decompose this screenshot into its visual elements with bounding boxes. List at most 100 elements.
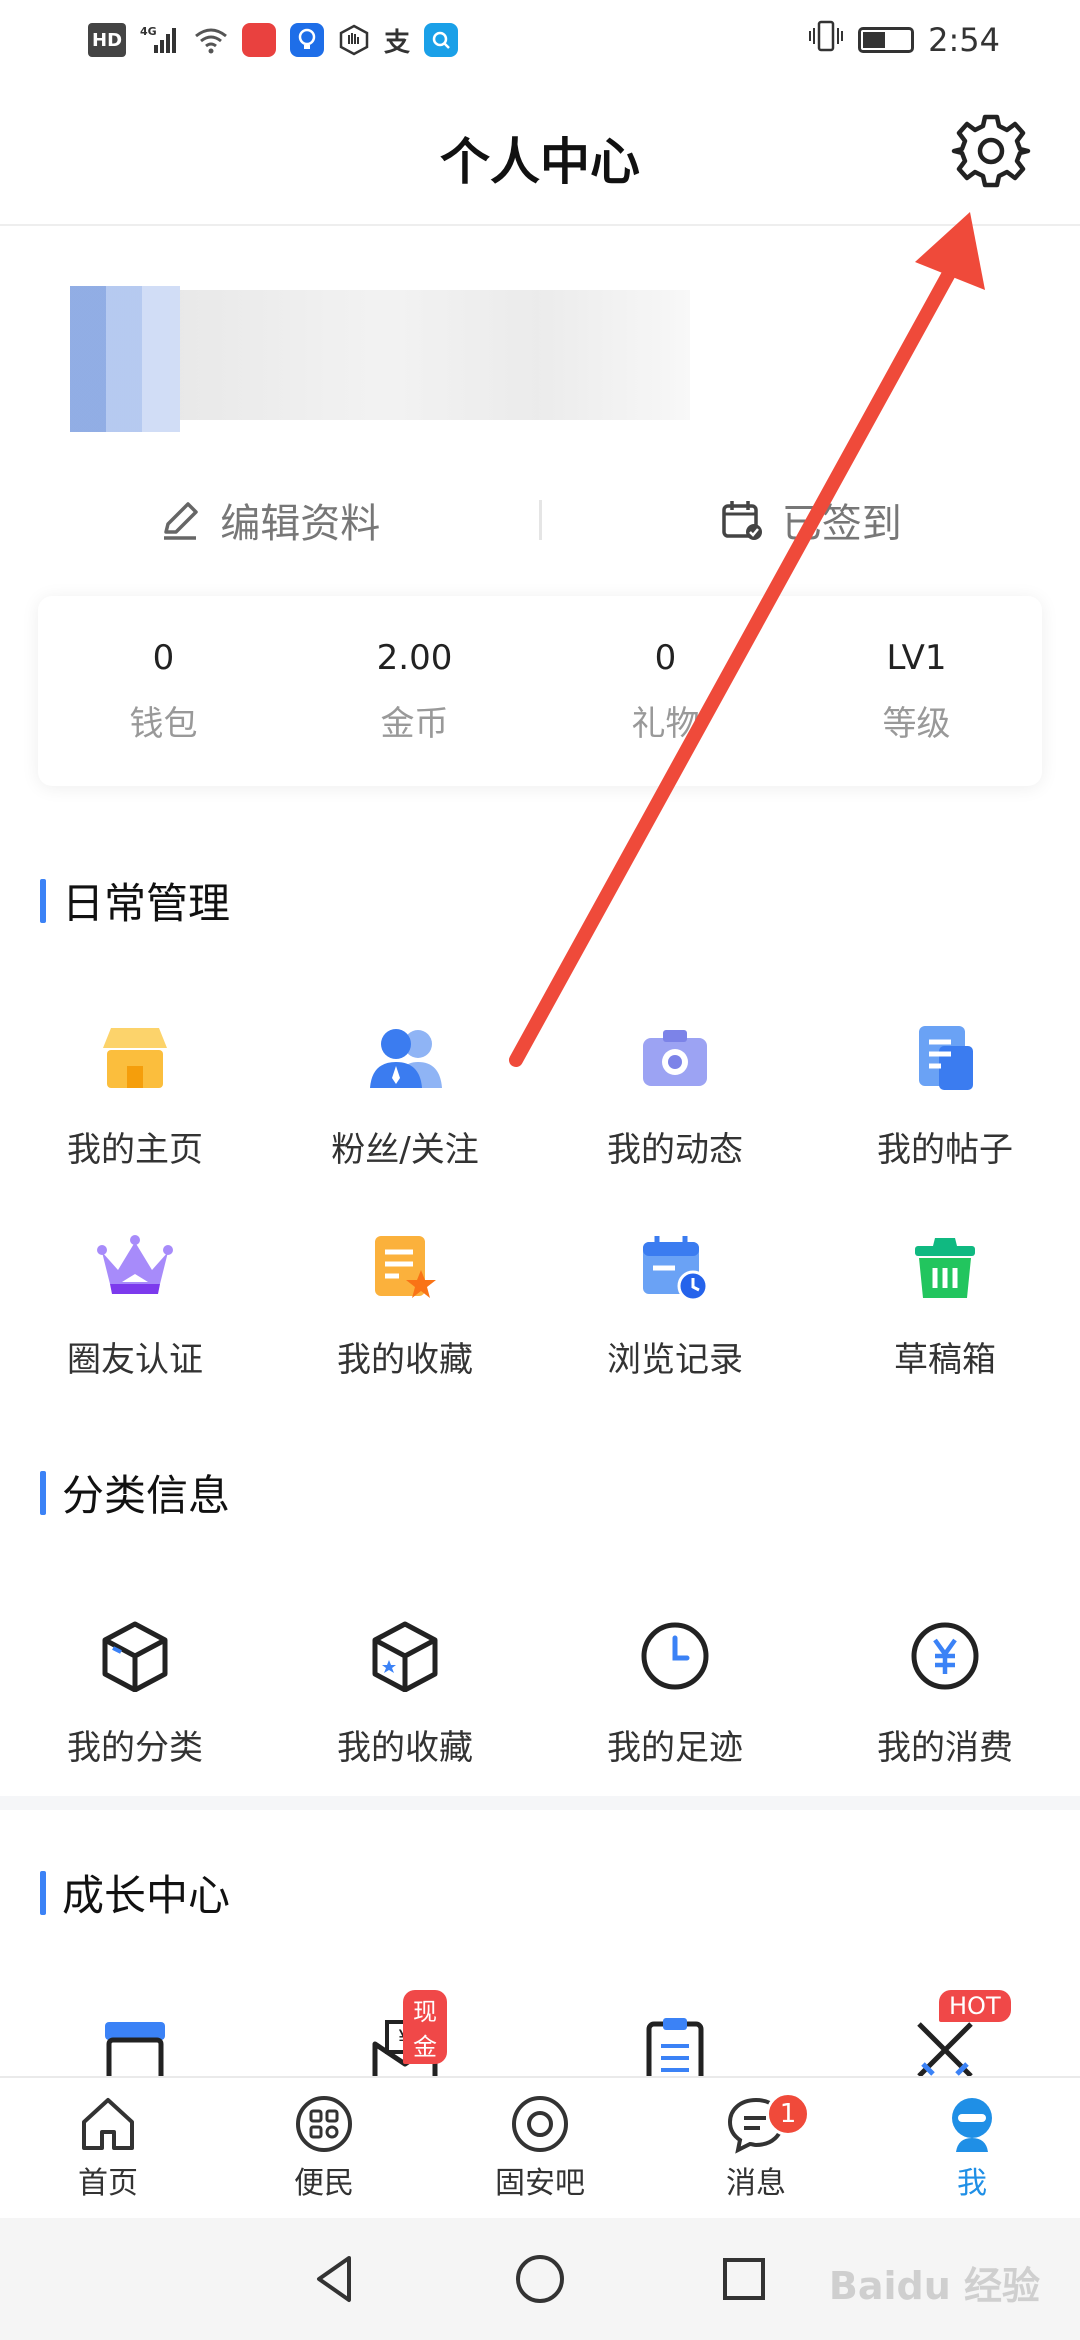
growth-grid: ¥ 现金 HOT	[0, 1990, 1080, 2086]
grid-item-my-category[interactable]: 我的分类	[0, 1602, 270, 1812]
grid-item-label: 我的主页	[67, 1130, 203, 1170]
home-circle-icon[interactable]	[513, 2252, 567, 2306]
grid-item-label: 我的收藏	[337, 1728, 473, 1768]
category-grid: 我的分类 我的收藏 我的足迹 我的消费	[0, 1602, 1080, 1812]
pencil-icon	[164, 502, 198, 540]
status-left: HD 4G 支	[88, 23, 459, 58]
grid-item-label: 我的收藏	[337, 1340, 473, 1380]
settings-button[interactable]	[950, 110, 1032, 192]
clock-time: 2:54	[928, 21, 1000, 59]
stat-label: 等级	[882, 703, 951, 744]
grid-item-growth-tasks[interactable]	[540, 2000, 810, 2086]
watermark: Baidu 经验	[828, 2264, 1040, 2308]
section-title-category: 分类信息	[40, 1462, 230, 1523]
stat-value: 0	[654, 637, 677, 678]
profile-icon	[952, 2098, 992, 2152]
grid-item-history[interactable]: 浏览记录	[540, 1214, 810, 1424]
edit-profile-button[interactable]: 编辑资料	[0, 491, 539, 549]
grid-item-growth-store[interactable]	[0, 2000, 270, 2083]
grid-item-growth-battle[interactable]: HOT	[810, 1990, 1080, 2078]
recents-icon[interactable]	[717, 2252, 771, 2306]
status-right: 2:54	[808, 20, 1000, 60]
page-header: 个人中心	[0, 80, 1080, 226]
hand-app-icon	[338, 23, 370, 57]
grid-item-label: 我的动态	[607, 1130, 743, 1170]
tab-label: 便民	[294, 2166, 354, 2201]
grid-item-posts[interactable]: 我的帖子	[810, 1004, 1080, 1214]
tab-label: 首页	[78, 2166, 138, 2201]
grid-item-verify[interactable]: 圈友认证	[0, 1214, 270, 1424]
stat-label: 礼物	[631, 703, 700, 744]
grid-item-label: 浏览记录	[607, 1340, 743, 1380]
back-icon[interactable]	[309, 2252, 363, 2306]
search-app-icon	[424, 23, 459, 57]
tab-label: 消息	[726, 2166, 786, 2201]
grid-item-homepage[interactable]: 我的主页	[0, 1004, 270, 1214]
grid-item-label: 我的分类	[67, 1728, 203, 1768]
crown-icon	[95, 1228, 175, 1308]
section-title-text: 成长中心	[62, 1871, 231, 1920]
section-separator	[0, 1796, 1080, 1810]
stat-wallet[interactable]: 0 钱包	[38, 596, 289, 786]
stat-coins[interactable]: 2.00 金币	[289, 596, 540, 786]
grid-item-label: 粉丝/关注	[331, 1130, 479, 1170]
stats-card: 0 钱包 2.00 金币 0 礼物 LV1 等级	[38, 596, 1042, 786]
shop-icon	[95, 1018, 175, 1098]
grid-item-label: 我的足迹	[607, 1728, 743, 1768]
grid-item-moments[interactable]: 我的动态	[540, 1004, 810, 1214]
section-title-text: 分类信息	[62, 1471, 231, 1520]
document-icon	[905, 1018, 985, 1098]
yuan-icon	[905, 1616, 985, 1696]
cube-icon	[95, 1616, 175, 1696]
tab-home[interactable]: 首页	[0, 2078, 216, 2218]
camera-icon	[635, 1018, 715, 1098]
grid-item-consumption[interactable]: 我的消费	[810, 1602, 1080, 1812]
stat-value: LV1	[886, 637, 947, 678]
section-title-text: 日常管理	[62, 879, 231, 928]
grid-item-favorites[interactable]: 我的收藏	[270, 1214, 540, 1424]
tab-messages[interactable]: 消息 1	[648, 2078, 864, 2218]
daily-grid: 我的主页 粉丝/关注 我的动态 我的帖子 圈友认证 我的收藏 浏览记录 草稿箱	[0, 1004, 1080, 1424]
grid-item-my-collection[interactable]: 我的收藏	[270, 1602, 540, 1812]
section-bar	[40, 1870, 46, 1915]
vibrate-icon	[808, 20, 844, 60]
stat-level[interactable]: LV1 等级	[791, 596, 1042, 786]
stat-gifts[interactable]: 0 礼物	[540, 596, 791, 786]
cash-tag: 现金	[403, 1990, 447, 2064]
status-bar: HD 4G 支 2:54	[0, 0, 1080, 80]
target-icon	[512, 2096, 568, 2152]
users-icon	[365, 1018, 445, 1098]
unread-badge: 1	[766, 2092, 810, 2136]
section-title-daily: 日常管理	[40, 870, 230, 931]
bottom-tab-bar: 首页 便民 固安吧 消息 1 我	[0, 2076, 1080, 2218]
avatar[interactable]	[70, 286, 180, 432]
tab-me[interactable]: 我	[864, 2078, 1080, 2218]
tab-services[interactable]: 便民	[216, 2078, 432, 2218]
cube-star-icon	[365, 1616, 445, 1696]
clock-icon	[635, 1616, 715, 1696]
hot-tag: HOT	[939, 1990, 1011, 2022]
grid-icon	[296, 2096, 352, 2152]
section-bar	[40, 878, 46, 923]
svg-text:4G: 4G	[140, 25, 157, 38]
system-nav-bar: Baidu 经验	[0, 2218, 1080, 2340]
user-name-blurred	[180, 290, 690, 420]
battery-icon	[858, 27, 915, 53]
home-icon	[82, 2098, 134, 2150]
grid-item-drafts[interactable]: 草稿箱	[810, 1214, 1080, 1424]
grid-item-label: 圈友认证	[67, 1340, 203, 1380]
favorite-note-icon	[365, 1228, 445, 1308]
wifi-icon	[194, 23, 228, 57]
grid-item-growth-cash[interactable]: ¥ 现金	[270, 1990, 540, 2083]
grid-item-label: 我的帖子	[877, 1130, 1013, 1170]
calendar-check-icon	[722, 501, 762, 540]
bulb-app-icon	[290, 23, 325, 57]
profile-actions: 编辑资料 已签到	[0, 480, 1080, 560]
edit-profile-label: 编辑资料	[220, 501, 381, 547]
stat-label: 钱包	[129, 703, 198, 744]
grid-item-footprint[interactable]: 我的足迹	[540, 1602, 810, 1812]
grid-item-fans[interactable]: 粉丝/关注	[270, 1004, 540, 1214]
sign-in-button[interactable]: 已签到	[542, 491, 1080, 549]
stat-label: 金币	[380, 703, 449, 744]
tab-forum[interactable]: 固安吧	[432, 2078, 648, 2218]
